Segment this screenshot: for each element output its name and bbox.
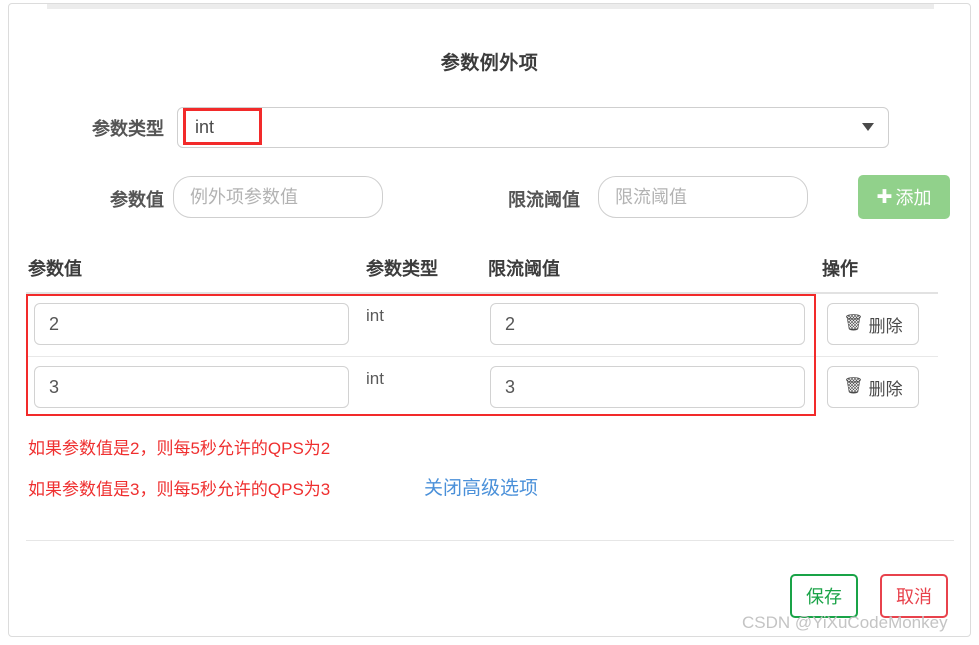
screenshot-root: 参数例外项 参数类型 int 参数值 限流阈值 ✚ 添加 参数值 参数类型 限流… bbox=[0, 0, 979, 645]
table-row[interactable] bbox=[34, 303, 349, 345]
cancel-button[interactable]: 取消 bbox=[880, 574, 948, 618]
column-header-threshold: 限流阈值 bbox=[488, 259, 560, 279]
plus-icon: ✚ bbox=[876, 186, 893, 208]
delete-button[interactable]: 🗑 删除 bbox=[827, 366, 919, 408]
delete-button[interactable]: 🗑 删除 bbox=[827, 303, 919, 345]
table-row-threshold[interactable] bbox=[490, 366, 805, 408]
chevron-down-icon bbox=[862, 123, 874, 131]
footer-divider bbox=[26, 540, 954, 541]
save-button[interactable]: 保存 bbox=[790, 574, 858, 618]
trash-icon: 🗑 bbox=[843, 378, 864, 395]
trash-icon: 🗑 bbox=[843, 315, 864, 332]
table-row-type: int bbox=[366, 369, 384, 388]
param-type-select[interactable]: int bbox=[177, 107, 889, 148]
delete-button-label: 删除 bbox=[868, 379, 903, 399]
param-type-selected-value: int bbox=[195, 117, 215, 137]
dialog-header-bar bbox=[47, 4, 934, 9]
table-row-divider bbox=[26, 356, 938, 357]
param-value-label: 参数值 bbox=[110, 190, 164, 210]
watermark: CSDN @YiXuCodeMonkey bbox=[742, 613, 948, 632]
threshold-input[interactable] bbox=[598, 176, 808, 218]
column-header-value: 参数值 bbox=[28, 259, 82, 279]
threshold-label: 限流阈值 bbox=[508, 190, 580, 210]
table-row-threshold[interactable] bbox=[490, 303, 805, 345]
hint-line-1: 如果参数值是2，则每5秒允许的QPS为2 bbox=[28, 439, 331, 458]
table-row[interactable] bbox=[34, 366, 349, 408]
dialog-title: 参数例外项 bbox=[440, 53, 539, 74]
add-button-label: 添加 bbox=[895, 188, 932, 208]
column-header-type: 参数类型 bbox=[366, 259, 438, 279]
add-button[interactable]: ✚ 添加 bbox=[858, 175, 950, 219]
table-header-divider bbox=[26, 292, 938, 294]
delete-button-label: 删除 bbox=[868, 316, 903, 336]
toggle-advanced-options-link[interactable]: 关闭高级选项 bbox=[424, 473, 538, 500]
hint-line-2: 如果参数值是3，则每5秒允许的QPS为3 bbox=[28, 480, 331, 499]
param-value-input[interactable] bbox=[173, 176, 383, 218]
column-header-operation: 操作 bbox=[822, 259, 858, 279]
table-row-type: int bbox=[366, 306, 384, 325]
param-type-label: 参数类型 bbox=[92, 119, 164, 139]
